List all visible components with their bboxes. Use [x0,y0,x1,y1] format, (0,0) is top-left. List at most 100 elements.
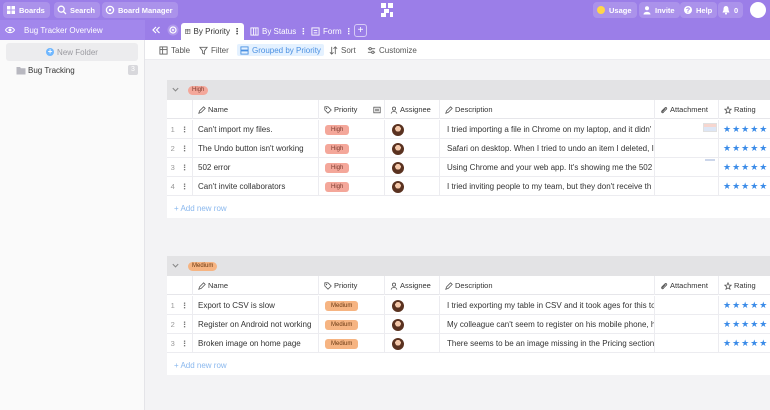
cell-attachment[interactable] [654,139,718,158]
row-menu-icon[interactable]: ⋮ [181,339,189,348]
cell-attachment[interactable] [654,158,718,177]
cell-rating[interactable]: ★★★★★ [718,315,770,334]
board-manager-button[interactable]: Board Manager [102,2,178,18]
group-by-button[interactable]: Grouped by Priority [237,44,324,56]
chevron-down-icon[interactable] [171,261,180,270]
cell-attachment[interactable] [654,296,718,315]
cell-name[interactable]: Broken image on home page [192,334,318,353]
cell-rating[interactable]: ★★★★★ [718,296,770,315]
cell-priority[interactable]: High [318,120,384,139]
cell-attachment[interactable] [654,315,718,334]
user-avatar[interactable] [750,2,766,18]
column-attachment[interactable]: Attachment [654,100,718,119]
eye-icon[interactable] [5,25,15,35]
group-header[interactable]: Medium [167,256,770,276]
cell-description[interactable]: There seems to be an image missing in th… [439,334,654,353]
list-icon[interactable] [373,106,381,114]
chevron-down-icon[interactable] [171,85,180,94]
row-menu-icon[interactable]: ⋮ [181,182,189,191]
sidebar-item-bug-tracking[interactable]: Bug Tracking 3 [6,64,138,77]
row-menu-icon[interactable]: ⋮ [181,163,189,172]
search-button[interactable]: Search [54,2,101,18]
cell-priority[interactable]: High [318,139,384,158]
column-rating[interactable]: Rating [718,100,770,119]
row-menu-icon[interactable]: ⋮ [181,144,189,153]
tab-menu-icon[interactable]: ⋮ [233,27,241,36]
tab-form[interactable]: Form ⋮ [307,23,356,40]
add-row-button[interactable]: + Add new row [174,204,227,213]
table-row[interactable]: 1 ⋮ Export to CSV is slow Medium I tried … [167,296,770,315]
row-menu-icon[interactable]: ⋮ [181,301,189,310]
cell-rating[interactable]: ★★★★★ [718,139,770,158]
boards-button[interactable]: Boards [3,2,50,18]
cell-attachment[interactable] [654,120,718,139]
cell-name[interactable]: Register on Android not working [192,315,318,334]
row-menu-icon[interactable]: ⋮ [181,320,189,329]
cell-name[interactable]: Can't import my files. [192,120,318,139]
sort-button[interactable]: Sort [329,44,356,56]
cell-priority[interactable]: Medium [318,296,384,315]
column-description[interactable]: Description [439,100,654,119]
table-view-button[interactable]: Table [159,44,190,56]
cell-attachment[interactable] [654,334,718,353]
cell-assignee[interactable] [384,177,439,196]
cell-assignee[interactable] [384,120,439,139]
column-assignee[interactable]: Assignee [384,276,439,295]
cell-description[interactable]: Safari on desktop. When I tried to undo … [439,139,654,158]
tab-menu-icon[interactable]: ⋮ [345,27,353,36]
tab-by-status[interactable]: By Status ⋮ [246,23,310,40]
column-priority[interactable]: Priority [318,100,384,119]
table-row[interactable]: 2 ⋮ Register on Android not working Mediu… [167,315,770,334]
cell-assignee[interactable] [384,139,439,158]
tab-by-priority[interactable]: By Priority ⋮ [181,23,244,40]
cell-description[interactable]: My colleague can't seem to register on h… [439,315,654,334]
cell-rating[interactable]: ★★★★★ [718,158,770,177]
cell-priority[interactable]: High [318,177,384,196]
invite-button[interactable]: Invite [639,2,680,18]
add-row-button[interactable]: + Add new row [174,361,227,370]
column-priority[interactable]: Priority [318,276,384,295]
add-view-button[interactable]: + [354,24,367,37]
table-row[interactable]: 1 ⋮ Can't import my files. High I tried i… [167,120,770,139]
table-row[interactable]: 2 ⋮ The Undo button isn't working High Sa… [167,139,770,158]
cell-priority[interactable]: High [318,158,384,177]
group-header[interactable]: High [167,80,770,100]
cell-description[interactable]: I tried inviting people to my team, but … [439,177,654,196]
filter-button[interactable]: Filter [199,44,229,56]
tab-menu-icon[interactable]: ⋮ [299,27,307,36]
cell-description[interactable]: I tried importing a file in Chrome on my… [439,120,654,139]
cell-assignee[interactable] [384,296,439,315]
cell-name[interactable]: Export to CSV is slow [192,296,318,315]
cell-description[interactable]: Using Chrome and your web app. It's show… [439,158,654,177]
collapse-sidebar-icon[interactable] [151,25,161,35]
new-folder-button[interactable]: + New Folder [6,43,138,61]
cell-rating[interactable]: ★★★★★ [718,334,770,353]
cell-name[interactable]: 502 error [192,158,318,177]
cell-name[interactable]: The Undo button isn't working [192,139,318,158]
table-row[interactable]: 4 ⋮ Can't invite collaborators High I tri… [167,177,770,196]
row-menu-icon[interactable]: ⋮ [181,125,189,134]
table-row[interactable]: 3 ⋮ Broken image on home page Medium Ther… [167,334,770,353]
cell-description[interactable]: I tried exporting my table in CSV and it… [439,296,654,315]
cell-assignee[interactable] [384,334,439,353]
usage-button[interactable]: Usage [593,2,637,18]
cell-rating[interactable]: ★★★★★ [718,177,770,196]
cell-assignee[interactable] [384,315,439,334]
column-description[interactable]: Description [439,276,654,295]
column-attachment[interactable]: Attachment [654,276,718,295]
view-settings-gear-icon[interactable] [167,24,179,36]
attachment-thumbnail[interactable] [705,159,715,161]
customize-button[interactable]: Customize [367,44,417,56]
table-row[interactable]: 3 ⋮ 502 error High Using Chrome and your … [167,158,770,177]
cell-name[interactable]: Can't invite collaborators [192,177,318,196]
column-assignee[interactable]: Assignee [384,100,439,119]
cell-priority[interactable]: Medium [318,315,384,334]
help-button[interactable]: ? Help [680,2,718,18]
cell-assignee[interactable] [384,158,439,177]
column-name[interactable]: Name [192,276,318,295]
notifications-button[interactable]: 0 [718,2,744,18]
cell-attachment[interactable] [654,177,718,196]
cell-priority[interactable]: Medium [318,334,384,353]
column-rating[interactable]: Rating [718,276,770,295]
attachment-thumbnail[interactable] [703,123,717,132]
